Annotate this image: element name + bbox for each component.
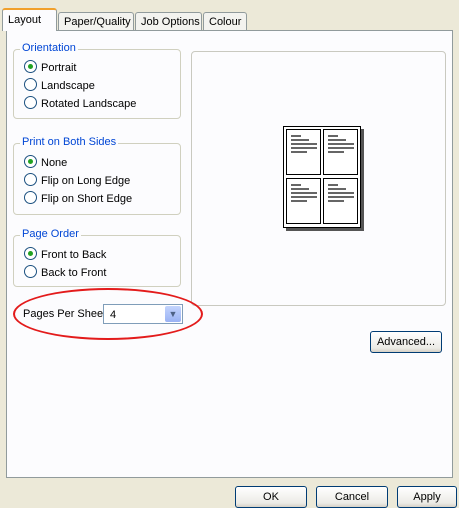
flip-short-edge-label: Flip on Short Edge: [41, 193, 133, 205]
both-sides-none-option[interactable]: None: [24, 154, 67, 172]
page-order-group: Page Order Front to Back Back to Front: [13, 228, 181, 287]
advanced-button[interactable]: Advanced...: [370, 331, 442, 353]
tab-job-options[interactable]: Job Options: [135, 12, 202, 30]
orientation-landscape-option[interactable]: Landscape: [24, 77, 95, 95]
tab-paper-quality[interactable]: Paper/Quality: [58, 12, 134, 30]
print-both-sides-group: Print on Both Sides None Flip on Long Ed…: [13, 136, 181, 215]
orientation-rotated-landscape-option[interactable]: Rotated Landscape: [24, 95, 136, 113]
apply-button[interactable]: Apply: [397, 486, 457, 508]
radio-button[interactable]: [24, 60, 37, 73]
back-to-front-option[interactable]: Back to Front: [24, 264, 106, 282]
mini-page-icon: [286, 129, 321, 175]
page-order-title: Page Order: [20, 228, 81, 240]
flip-long-edge-option[interactable]: Flip on Long Edge: [24, 172, 130, 190]
mini-page-icon: [323, 129, 358, 175]
cancel-button[interactable]: Cancel: [316, 486, 388, 508]
mini-page-icon: [323, 178, 358, 224]
orientation-portrait-option[interactable]: Portrait: [24, 59, 76, 77]
radio-button[interactable]: [24, 247, 37, 260]
highlight-ellipse: [13, 288, 203, 340]
radio-button[interactable]: [24, 173, 37, 186]
flip-short-edge-option[interactable]: Flip on Short Edge: [24, 190, 132, 208]
tab-layout[interactable]: Layout: [2, 8, 57, 31]
layout-preview: [191, 51, 446, 306]
back-to-front-label: Back to Front: [41, 267, 107, 279]
radio-button[interactable]: [24, 265, 37, 278]
orientation-landscape-label: Landscape: [41, 80, 95, 92]
layout-panel: Orientation Portrait Landscape Rotated L…: [6, 30, 453, 478]
flip-long-edge-label: Flip on Long Edge: [41, 175, 131, 187]
radio-button[interactable]: [24, 78, 37, 91]
radio-button[interactable]: [24, 96, 37, 109]
tab-colour[interactable]: Colour: [203, 12, 247, 30]
page-preview-icon: [283, 126, 361, 228]
print-both-sides-title: Print on Both Sides: [20, 136, 119, 148]
both-sides-none-label: None: [41, 157, 68, 169]
ok-button[interactable]: OK: [235, 486, 307, 508]
orientation-rotated-landscape-label: Rotated Landscape: [41, 98, 137, 110]
radio-button[interactable]: [24, 155, 37, 168]
radio-button[interactable]: [24, 191, 37, 204]
orientation-portrait-label: Portrait: [41, 62, 77, 74]
front-to-back-label: Front to Back: [41, 249, 107, 261]
mini-page-icon: [286, 178, 321, 224]
orientation-group: Orientation Portrait Landscape Rotated L…: [13, 42, 181, 119]
orientation-title: Orientation: [20, 42, 78, 54]
front-to-back-option[interactable]: Front to Back: [24, 246, 106, 264]
